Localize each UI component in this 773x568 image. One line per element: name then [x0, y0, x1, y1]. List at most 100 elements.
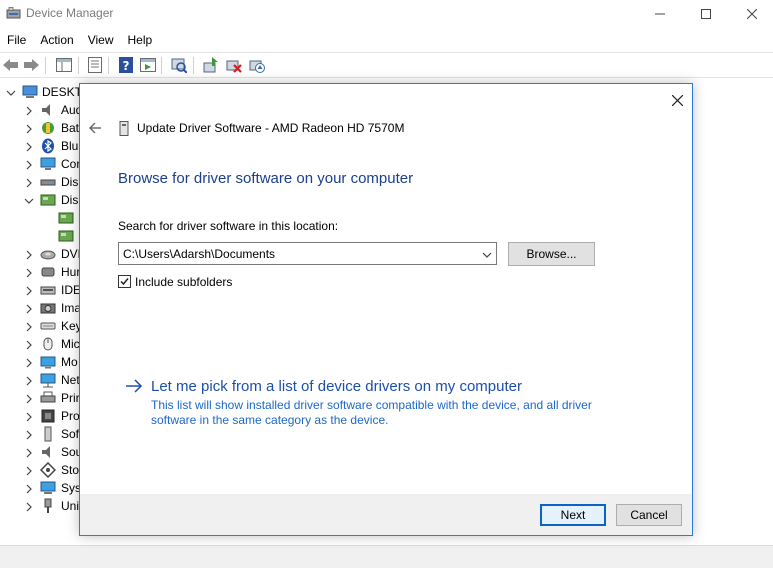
battery-icon	[40, 120, 56, 136]
back-arrow-icon[interactable]	[87, 120, 105, 136]
tree-item-label: Disl	[61, 175, 81, 189]
minimize-button[interactable]	[637, 0, 683, 28]
chevron-right-icon[interactable]	[24, 357, 34, 368]
chevron-right-icon[interactable]	[24, 105, 34, 116]
menu-view[interactable]: View	[81, 30, 121, 50]
camera-icon	[40, 300, 56, 316]
system-device-icon	[40, 480, 56, 496]
include-subfolders-checkbox[interactable]	[118, 275, 131, 288]
dvd-drive-icon	[40, 246, 56, 262]
display-adapter-icon	[40, 192, 56, 208]
menu-help[interactable]: Help	[121, 30, 160, 50]
window-title: Device Manager	[26, 6, 114, 20]
tree-item-label: Uni	[61, 499, 80, 513]
pick-from-list-link[interactable]: Let me pick from a list of device driver…	[151, 378, 522, 395]
chevron-right-icon[interactable]	[24, 483, 34, 494]
tree-item-label: Blu	[61, 139, 79, 153]
show-hide-console-tree-icon[interactable]	[55, 56, 73, 74]
disk-drive-icon	[40, 174, 56, 190]
chevron-right-icon[interactable]	[24, 177, 34, 188]
checkmark-icon	[120, 278, 129, 286]
driver-path-combobox[interactable]: C:\Users\Adarsh\Documents	[118, 242, 497, 265]
chevron-right-icon[interactable]	[24, 249, 34, 260]
hid-icon	[40, 264, 56, 280]
chevron-right-icon[interactable]	[24, 465, 34, 476]
forward-arrow-icon[interactable]	[22, 56, 40, 74]
svg-text:?: ?	[123, 59, 130, 73]
tree-item-label: Mo	[61, 355, 78, 369]
speaker-icon	[40, 102, 56, 118]
chevron-right-icon[interactable]	[24, 303, 34, 314]
chevron-right-icon[interactable]	[24, 447, 34, 458]
tree-item-label: Mic	[61, 337, 80, 351]
scan-hardware-icon[interactable]	[170, 56, 188, 74]
device-manager-icon	[6, 7, 21, 20]
chevron-right-icon[interactable]	[24, 429, 34, 440]
chevron-right-icon[interactable]	[24, 141, 34, 152]
monitor-icon	[40, 156, 56, 172]
network-icon	[40, 372, 56, 388]
tree-item-label: Bat	[61, 121, 80, 135]
tree-item-label: Sof	[61, 427, 80, 441]
usb-icon	[40, 498, 56, 514]
toolbar: ?	[0, 52, 773, 78]
browse-button[interactable]: Browse...	[508, 242, 595, 266]
chevron-right-icon[interactable]	[24, 339, 34, 350]
processor-icon	[40, 408, 56, 424]
software-device-icon	[40, 426, 56, 442]
menu-bar: File Action View Help	[0, 30, 159, 50]
chevron-right-icon[interactable]	[24, 285, 34, 296]
tree-item-label: Prir	[61, 391, 80, 405]
monitor-icon	[40, 354, 56, 370]
include-subfolders-label[interactable]: Include subfolders	[135, 275, 232, 289]
printer-icon	[40, 390, 56, 406]
title-bar: Device Manager	[0, 0, 773, 28]
properties-icon[interactable]	[86, 56, 104, 74]
chevron-right-icon[interactable]	[24, 123, 34, 134]
tree-item-label: Sto	[61, 463, 80, 477]
update-driver-icon[interactable]	[202, 56, 220, 74]
driver-path-value: C:\Users\Adarsh\Documents	[123, 247, 276, 261]
keyboard-icon	[40, 318, 56, 334]
chevron-right-icon[interactable]	[24, 321, 34, 332]
menu-action[interactable]: Action	[33, 30, 80, 50]
chevron-down-icon[interactable]	[24, 195, 34, 205]
ide-controller-icon	[40, 282, 56, 298]
chevron-right-icon[interactable]	[24, 375, 34, 386]
enable-device-icon[interactable]	[248, 56, 266, 74]
chevron-right-icon[interactable]	[24, 411, 34, 422]
dialog-close-button[interactable]	[664, 89, 690, 111]
speaker-icon	[40, 444, 56, 460]
dialog-title: Update Driver Software - AMD Radeon HD 7…	[137, 121, 405, 135]
search-location-label: Search for driver software in this locat…	[118, 219, 339, 233]
tree-item-label: Cor	[61, 157, 81, 171]
close-button[interactable]	[729, 0, 773, 28]
tree-item-label: Pro	[61, 409, 80, 423]
help-icon[interactable]: ?	[117, 56, 135, 74]
uninstall-device-icon[interactable]	[225, 56, 243, 74]
tree-item-label: Hur	[61, 265, 81, 279]
mouse-icon	[40, 336, 56, 352]
maximize-button[interactable]	[683, 0, 729, 28]
chevron-right-icon[interactable]	[24, 393, 34, 404]
cancel-button[interactable]: Cancel	[616, 504, 682, 526]
back-arrow-icon[interactable]	[2, 56, 20, 74]
chevron-down-icon[interactable]	[482, 249, 492, 259]
dialog-footer: Next Cancel	[80, 494, 692, 535]
next-button[interactable]: Next	[540, 504, 606, 526]
chevron-down-icon[interactable]	[6, 87, 16, 97]
bluetooth-icon	[40, 138, 56, 154]
chevron-right-icon[interactable]	[24, 267, 34, 278]
arrow-right-icon[interactable]	[124, 378, 144, 394]
display-adapter-icon	[58, 210, 74, 226]
tree-item-label: IDE	[61, 283, 82, 297]
computer-icon	[22, 84, 38, 100]
chevron-right-icon[interactable]	[24, 159, 34, 170]
action-pane-icon[interactable]	[139, 56, 157, 74]
chevron-right-icon[interactable]	[24, 501, 34, 512]
tree-item-label: Net	[61, 373, 80, 387]
dialog-heading: Browse for driver software on your compu…	[118, 170, 414, 187]
menu-file[interactable]: File	[0, 30, 33, 50]
device-manager-window: Device Manager File Action View Help ? D…	[0, 0, 773, 568]
status-bar	[0, 545, 773, 568]
